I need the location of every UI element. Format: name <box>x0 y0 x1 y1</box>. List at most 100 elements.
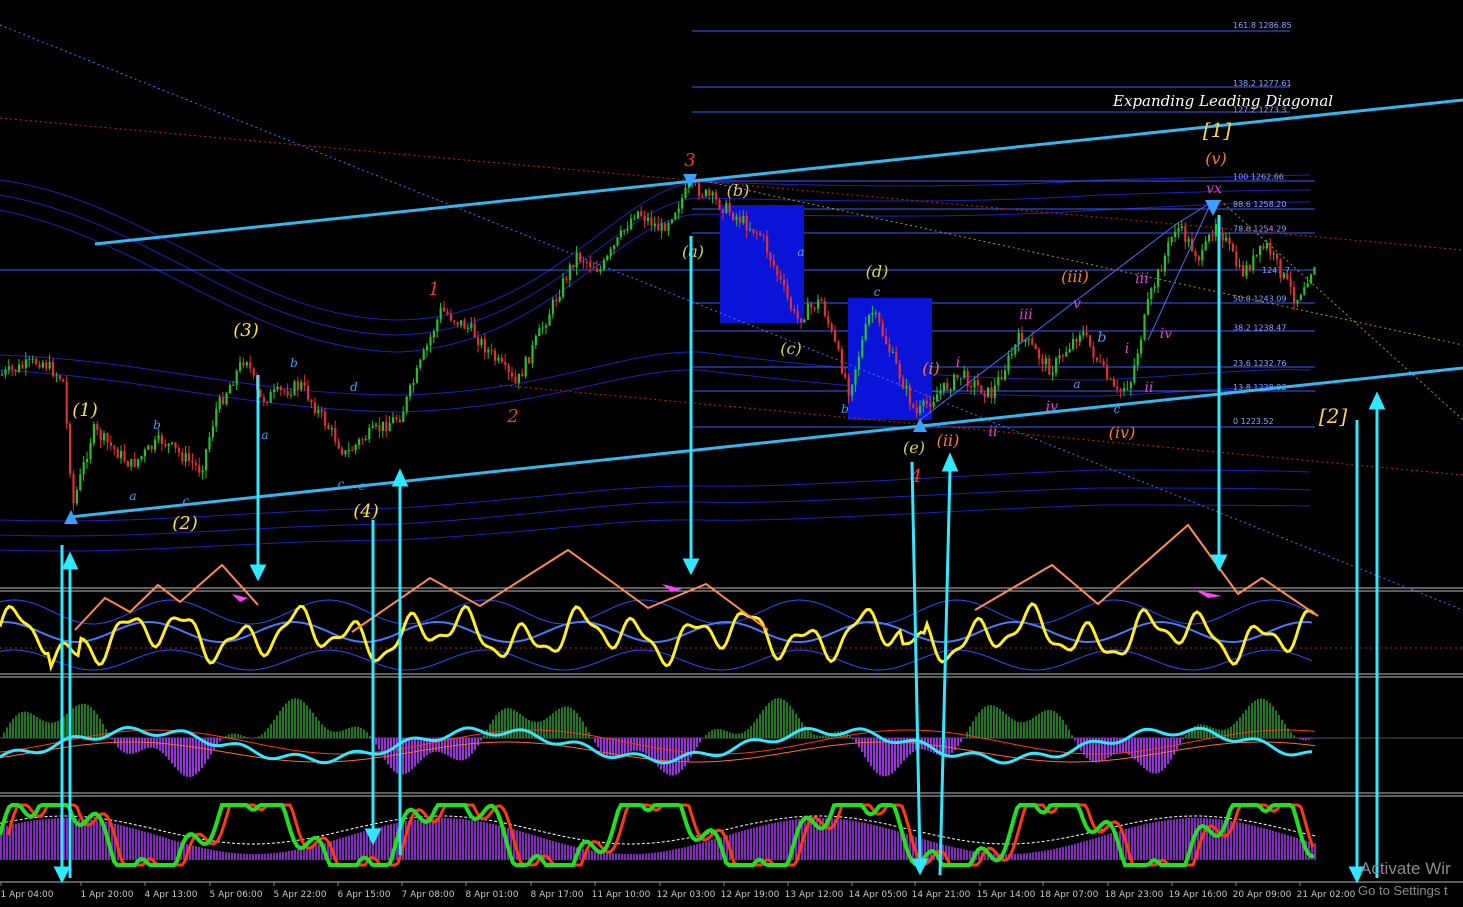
candle-body <box>650 217 653 226</box>
candle-body <box>361 439 364 441</box>
histogram-bar <box>1005 713 1007 738</box>
histogram-bar <box>1272 706 1274 738</box>
stoch-area-bar <box>663 851 665 860</box>
histogram-bar <box>567 706 569 738</box>
candle-body <box>803 319 806 323</box>
candle-body <box>633 218 636 220</box>
candle-body <box>1279 259 1282 278</box>
candle-body <box>439 307 442 320</box>
candle-body <box>228 385 231 394</box>
histogram-bar <box>345 729 347 738</box>
histogram-bar <box>855 738 857 743</box>
histogram-bar <box>987 705 989 738</box>
stoch-area-bar <box>1095 837 1097 860</box>
candle-body <box>473 323 476 338</box>
wave-label: [1] <box>1203 118 1232 142</box>
histogram-bar <box>807 729 809 738</box>
stoch-area-bar <box>1254 825 1256 860</box>
candle-body <box>667 222 670 231</box>
stoch-area-bar <box>66 818 68 860</box>
stoch-area-bar <box>1047 850 1049 860</box>
histogram-bar <box>669 738 671 776</box>
histogram-bar <box>984 706 986 738</box>
stoch-area-bar <box>1284 834 1286 860</box>
histogram-bar <box>294 698 296 738</box>
x-tick-label: 1 Apr 20:00 <box>81 890 134 900</box>
candle-body <box>466 327 469 329</box>
candle-body <box>766 236 769 253</box>
stoch-area-bar <box>753 827 755 860</box>
candle-body <box>177 448 180 453</box>
stoch-area-bar <box>432 818 434 860</box>
histogram-bar <box>330 730 332 738</box>
candle-body <box>524 357 527 377</box>
histogram-bar <box>882 738 884 777</box>
histogram-bar <box>261 734 263 738</box>
stoch-area-bar <box>1017 853 1019 860</box>
histogram-bar <box>681 738 683 770</box>
candle-body <box>412 382 415 386</box>
candle-body <box>840 349 843 374</box>
wave-label: iv <box>1160 326 1172 342</box>
candle-body <box>762 235 765 237</box>
stoch-area-bar <box>468 819 470 860</box>
candle-body <box>609 248 612 256</box>
candle-body <box>647 217 650 221</box>
candle-body <box>232 384 235 386</box>
histogram-bar <box>1254 700 1256 738</box>
stoch-area-bar <box>57 818 59 860</box>
candle-body <box>857 356 860 370</box>
histogram-bar <box>1293 735 1295 738</box>
candle-body <box>41 362 44 368</box>
candle-body <box>701 195 704 197</box>
fib-level-label: 88.6 1258.20 <box>1233 200 1286 209</box>
candle-body <box>358 439 361 445</box>
histogram-bar <box>1023 722 1025 738</box>
stoch-area-bar <box>1236 821 1238 860</box>
stoch-area-bar <box>1104 835 1106 860</box>
stoch-area-bar <box>624 853 626 860</box>
stoch-area-bar <box>93 820 95 860</box>
candle-body <box>436 319 439 332</box>
histogram-bar <box>1275 710 1277 738</box>
candle-body <box>545 325 548 328</box>
stoch-area-bar <box>498 825 500 860</box>
x-tick-label: 18 Apr 23:00 <box>1105 890 1164 900</box>
stoch-area-bar <box>72 818 74 860</box>
histogram-bar <box>9 722 11 738</box>
candle-body <box>1116 386 1119 390</box>
candle-body <box>898 363 901 379</box>
histogram-bar <box>246 737 248 738</box>
candle-body <box>1225 237 1228 241</box>
stoch-area-bar <box>1293 837 1295 860</box>
candle-body <box>368 427 371 440</box>
stoch-area-bar <box>591 850 593 860</box>
wave-label: i <box>1125 341 1129 357</box>
histogram-bar <box>207 738 209 760</box>
histogram-bar <box>420 738 422 761</box>
stoch-area-bar <box>198 847 200 860</box>
candle-body <box>827 315 830 324</box>
histogram-bar <box>1263 699 1265 738</box>
histogram-bar <box>1155 738 1157 774</box>
candle-body <box>660 223 663 231</box>
stoch-area-bar <box>1083 841 1085 860</box>
histogram-bar <box>84 703 86 738</box>
candle-body <box>742 216 745 223</box>
stoch-area-bar <box>849 820 851 860</box>
candle-body <box>58 375 61 380</box>
histogram-bar <box>1284 724 1286 738</box>
candle-body <box>1187 239 1190 243</box>
stoch-area-bar <box>762 825 764 860</box>
stoch-area-bar <box>444 818 446 860</box>
stoch-area-bar <box>741 830 743 860</box>
histogram-bar <box>291 698 293 738</box>
histogram-bar <box>582 721 584 738</box>
candle-body <box>626 229 629 231</box>
histogram-bar <box>1029 719 1031 738</box>
candle-body <box>572 264 575 268</box>
histogram-bar <box>648 738 650 757</box>
candle-body <box>895 352 898 364</box>
histogram-bar <box>651 738 653 760</box>
stoch-area-bar <box>1032 852 1034 860</box>
